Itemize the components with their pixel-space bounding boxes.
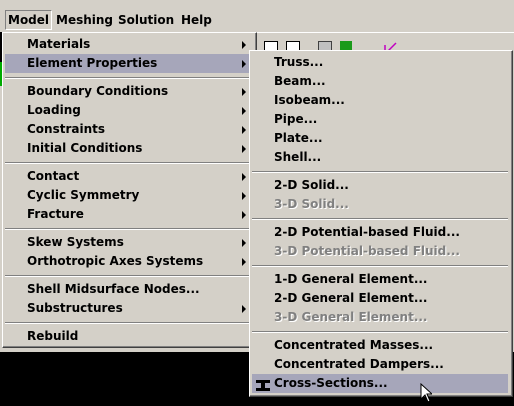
model-menu: Materials Element Properties Boundary Co… bbox=[2, 32, 257, 348]
submenu-arrow-icon bbox=[242, 192, 246, 200]
submenu-arrow-icon bbox=[242, 211, 246, 219]
mouse-pointer-icon bbox=[420, 382, 434, 406]
menu-separator bbox=[252, 331, 508, 333]
menu-item-boundary-conditions[interactable]: Boundary Conditions bbox=[5, 82, 254, 101]
i-beam-icon bbox=[256, 380, 270, 391]
submenu-item-1d-general-element[interactable]: 1-D General Element... bbox=[252, 270, 508, 289]
submenu-item-concentrated-masses[interactable]: Concentrated Masses... bbox=[252, 336, 508, 355]
menu-item-label: Cyclic Symmetry bbox=[27, 188, 140, 202]
menu-separator bbox=[252, 265, 508, 267]
submenu-arrow-icon bbox=[242, 145, 246, 153]
menu-item-label: Shell Midsurface Nodes... bbox=[27, 282, 200, 296]
element-properties-submenu: Truss... Beam... Isobeam... Pipe... Plat… bbox=[249, 50, 513, 397]
submenu-arrow-icon bbox=[242, 107, 246, 115]
menubar-meshing[interactable]: Meshing bbox=[54, 11, 115, 29]
submenu-item-concentrated-dampers[interactable]: Concentrated Dampers... bbox=[252, 355, 508, 374]
menu-item-label: Materials bbox=[27, 37, 91, 51]
menu-item-cyclic-symmetry[interactable]: Cyclic Symmetry bbox=[5, 186, 254, 205]
submenu-arrow-icon bbox=[242, 239, 246, 247]
menu-item-fracture[interactable]: Fracture bbox=[5, 205, 254, 224]
menu-separator bbox=[5, 162, 252, 164]
menu-separator bbox=[5, 228, 252, 230]
submenu-arrow-icon bbox=[242, 173, 246, 181]
menu-item-label: Element Properties bbox=[27, 56, 158, 70]
menu-item-skew-systems[interactable]: Skew Systems bbox=[5, 233, 254, 252]
submenu-item-cross-sections[interactable]: Cross-Sections... bbox=[252, 374, 508, 393]
menu-separator bbox=[5, 275, 252, 277]
submenu-item-2d-potential-fluid[interactable]: 2-D Potential-based Fluid... bbox=[252, 223, 508, 242]
menu-item-loading[interactable]: Loading bbox=[5, 101, 254, 120]
menu-item-label: Boundary Conditions bbox=[27, 84, 169, 98]
menu-item-label: Skew Systems bbox=[27, 235, 124, 249]
cross-section-beam-icon bbox=[256, 378, 270, 397]
submenu-arrow-icon bbox=[242, 126, 246, 134]
menu-item-element-properties[interactable]: Element Properties bbox=[5, 54, 254, 73]
menu-separator bbox=[5, 77, 252, 79]
submenu-item-shell[interactable]: Shell... bbox=[252, 148, 508, 167]
menu-item-shell-midsurface-nodes[interactable]: Shell Midsurface Nodes... bbox=[5, 280, 254, 299]
submenu-item-truss[interactable]: Truss... bbox=[252, 53, 508, 72]
submenu-item-isobeam[interactable]: Isobeam... bbox=[252, 91, 508, 110]
menu-item-label: Contact bbox=[27, 169, 80, 183]
submenu-item-plate[interactable]: Plate... bbox=[252, 129, 508, 148]
menu-item-orthotropic-axes-systems[interactable]: Orthotropic Axes Systems bbox=[5, 252, 254, 271]
menu-item-rebuild[interactable]: Rebuild bbox=[5, 327, 254, 346]
submenu-item-2d-solid[interactable]: 2-D Solid... bbox=[252, 176, 508, 195]
submenu-arrow-icon bbox=[242, 305, 246, 313]
submenu-item-pipe[interactable]: Pipe... bbox=[252, 110, 508, 129]
menu-item-label: Initial Conditions bbox=[27, 141, 143, 155]
submenu-item-3d-solid: 3-D Solid... bbox=[274, 197, 349, 211]
menu-item-label: Fracture bbox=[27, 207, 84, 221]
menubar-model[interactable]: Model bbox=[5, 10, 53, 30]
menu-separator bbox=[252, 171, 508, 173]
menu-separator bbox=[5, 322, 252, 324]
menu-item-label: Cross-Sections... bbox=[274, 376, 388, 390]
submenu-arrow-icon bbox=[242, 258, 246, 266]
menu-item-constraints[interactable]: Constraints bbox=[5, 120, 254, 139]
submenu-arrow-icon bbox=[242, 41, 246, 49]
menu-item-label: Orthotropic Axes Systems bbox=[27, 254, 204, 268]
submenu-item-3d-potential-fluid: 3-D Potential-based Fluid... bbox=[274, 244, 460, 258]
menubar-help[interactable]: Help bbox=[179, 11, 214, 29]
menu-separator bbox=[252, 218, 508, 220]
menu-item-substructures[interactable]: Substructures bbox=[5, 299, 254, 318]
menu-item-materials[interactable]: Materials bbox=[5, 35, 254, 54]
menu-item-label: Loading bbox=[27, 103, 81, 117]
menu-item-initial-conditions[interactable]: Initial Conditions bbox=[5, 139, 254, 158]
menu-item-label: Constraints bbox=[27, 122, 106, 136]
menu-item-label: Substructures bbox=[27, 301, 123, 315]
submenu-item-3d-general-element: 3-D General Element... bbox=[274, 310, 428, 324]
menubar-solution[interactable]: Solution bbox=[116, 11, 176, 29]
menu-item-contact[interactable]: Contact bbox=[5, 167, 254, 186]
menu-item-label: Rebuild bbox=[27, 329, 79, 343]
arrow-cursor-icon bbox=[420, 382, 434, 403]
submenu-item-beam[interactable]: Beam... bbox=[252, 72, 508, 91]
menu-bar: Model Meshing Solution Help bbox=[0, 6, 514, 32]
submenu-arrow-icon bbox=[242, 88, 246, 96]
submenu-item-2d-general-element[interactable]: 2-D General Element... bbox=[252, 289, 508, 308]
submenu-arrow-icon bbox=[242, 60, 246, 68]
